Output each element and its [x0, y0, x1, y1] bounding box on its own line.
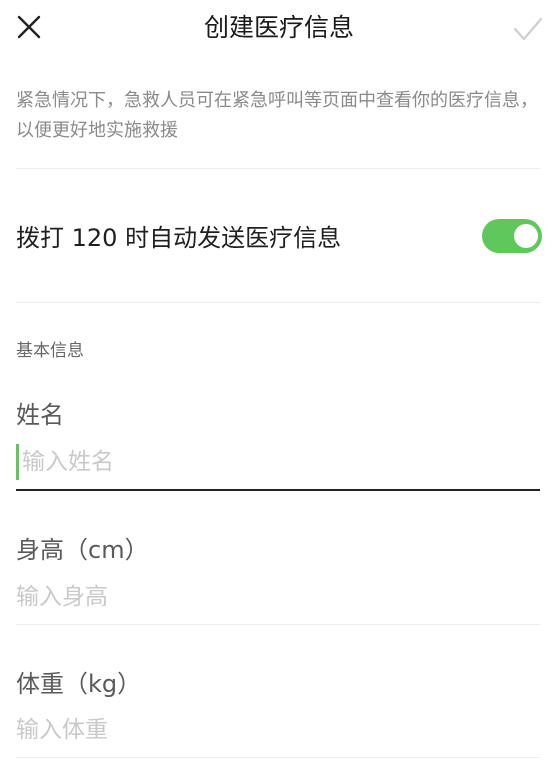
name-input[interactable]: [16, 442, 540, 482]
header-bar: 创建医疗信息: [0, 0, 558, 60]
height-input[interactable]: [16, 577, 540, 617]
check-icon: [513, 17, 543, 41]
section-title-basic-info: 基本信息: [16, 341, 84, 361]
page-title: 创建医疗信息: [203, 13, 354, 42]
description-text: 紧急情况下，急救人员可在紧急呼叫等页面中查看你的医疗信息，以便更好地实施救援: [16, 90, 538, 141]
auto-send-label: 拨打 120 时自动发送医疗信息: [16, 224, 342, 252]
weight-label: 体重（kg）: [16, 670, 142, 698]
name-input-underline: [16, 489, 540, 491]
height-label: 身高（cm）: [16, 536, 149, 564]
divider: [16, 302, 540, 303]
auto-send-toggle[interactable]: [482, 219, 542, 253]
confirm-button[interactable]: [512, 14, 544, 44]
auto-send-row: 拨打 120 时自动发送医疗信息: [16, 216, 542, 260]
height-input-underline: [16, 624, 540, 625]
divider: [16, 168, 540, 169]
name-label: 姓名: [16, 401, 64, 429]
toggle-knob: [514, 224, 538, 248]
weight-input-underline: [16, 757, 540, 758]
weight-input[interactable]: [16, 710, 540, 750]
